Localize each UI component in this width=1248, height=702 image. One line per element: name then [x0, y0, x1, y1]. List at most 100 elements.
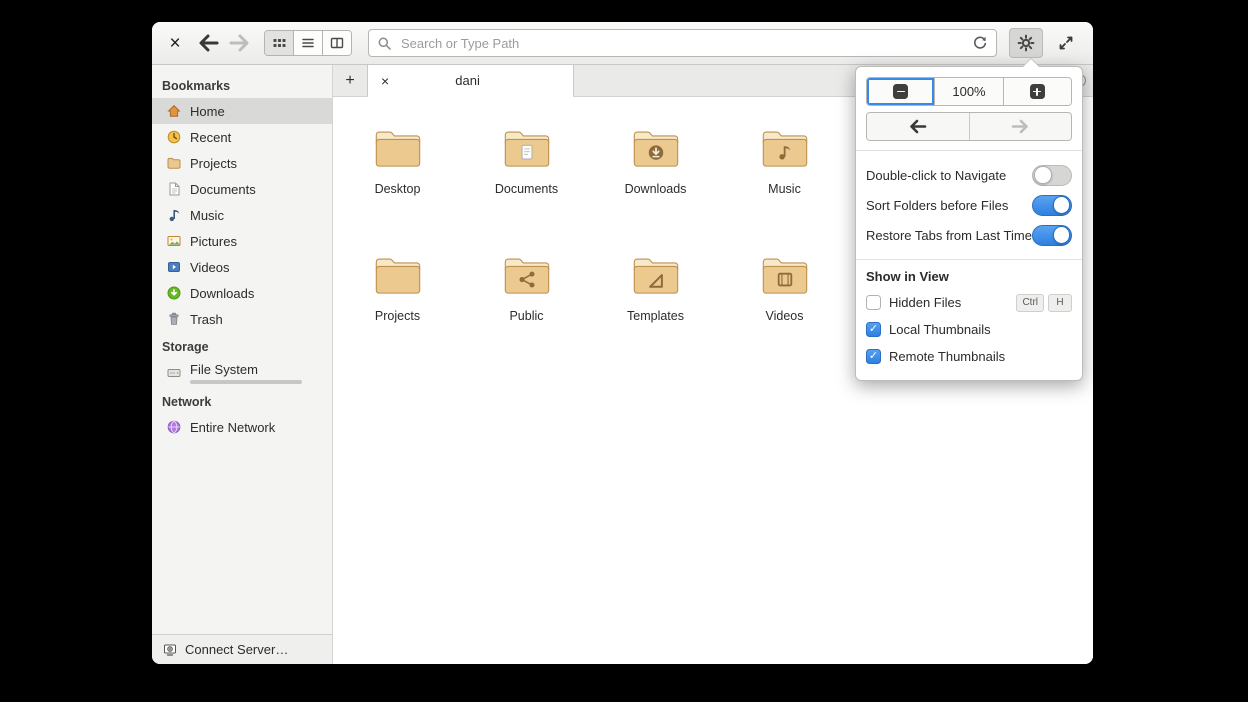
file-label: Desktop: [374, 182, 421, 196]
connect-server-button[interactable]: Connect Server…: [152, 634, 332, 664]
show-in-view-header: Show in View: [866, 269, 949, 284]
hard-drive-icon: [166, 365, 182, 381]
sidebar-item-projects[interactable]: Projects: [152, 150, 332, 176]
expand-icon: [1059, 36, 1073, 50]
forward-arrow-icon[interactable]: [228, 34, 250, 52]
file-item-videos[interactable]: Videos: [720, 252, 849, 323]
new-tab-button[interactable]: +: [333, 65, 367, 96]
folder-templates-icon: [633, 258, 678, 294]
sidebar-item-trash[interactable]: Trash: [152, 306, 332, 332]
grid-view-icon: [273, 39, 286, 47]
sidebar-item-label: Recent: [190, 129, 232, 145]
file-label: Templates: [627, 309, 684, 323]
folder-videos-icon: [762, 258, 807, 294]
file-item-templates[interactable]: Templates: [591, 252, 720, 323]
toggle-knob: [1052, 226, 1070, 244]
sidebar-item-home[interactable]: Home: [152, 98, 332, 124]
sidebar-item-videos[interactable]: Videos: [152, 254, 332, 280]
setting-local-thumbnails: ✓ Local Thumbnails: [866, 316, 1072, 343]
folder-documents-icon: [504, 131, 549, 167]
sidebar-item-label: Videos: [190, 259, 230, 275]
popover-separator: [856, 150, 1082, 151]
sidebar: Bookmarks Home Recent Projects Documents…: [152, 65, 333, 664]
sort-folders-toggle[interactable]: [1032, 194, 1072, 216]
tab-close-icon[interactable]: ×: [381, 74, 389, 88]
sidebar-item-label: Pictures: [190, 233, 237, 249]
trash-icon: [166, 311, 182, 327]
restore-tabs-toggle[interactable]: [1032, 224, 1072, 246]
double-click-toggle[interactable]: [1032, 164, 1072, 186]
list-view-button[interactable]: [294, 31, 323, 55]
setting-sort-folders: Sort Folders before Files: [866, 190, 1072, 220]
sidebar-section-bookmarks: Bookmarks: [162, 79, 231, 93]
toggle-knob: [1052, 196, 1070, 214]
file-item-downloads[interactable]: Downloads: [591, 125, 720, 196]
zoom-in-icon: [1029, 84, 1045, 99]
sidebar-section-network: Network: [162, 395, 212, 409]
file-item-music[interactable]: Music: [720, 125, 849, 196]
fullscreen-button[interactable]: [1051, 29, 1081, 57]
file-item-public[interactable]: Public: [462, 252, 591, 323]
local-thumbnails-checkbox[interactable]: ✓: [866, 322, 881, 337]
back-arrow-icon[interactable]: [198, 34, 220, 52]
sidebar-item-downloads[interactable]: Downloads: [152, 280, 332, 306]
network-globe-icon: [166, 419, 182, 435]
sidebar-item-music[interactable]: Music: [152, 202, 332, 228]
setting-label: Sort Folders before Files: [866, 197, 1009, 213]
file-system-label-wrap: File System: [190, 359, 302, 387]
sidebar-section-storage: Storage: [162, 340, 209, 354]
connect-server-label: Connect Server…: [185, 642, 289, 657]
tab-dani[interactable]: × dani: [367, 65, 574, 97]
column-view-icon: [330, 37, 344, 49]
redo-button[interactable]: [968, 113, 1071, 140]
header-bar: ×: [152, 22, 1093, 65]
grid-view-button[interactable]: [265, 31, 294, 55]
redo-arrow-icon: [1011, 119, 1029, 134]
music-note-icon: [166, 207, 182, 223]
zoom-out-button[interactable]: [867, 78, 935, 105]
zoom-level-value: 100%: [952, 84, 986, 99]
zoom-in-button[interactable]: [1002, 78, 1071, 105]
file-label: Public: [509, 309, 544, 323]
file-item-desktop[interactable]: Desktop: [333, 125, 462, 196]
history-nav: [198, 34, 250, 52]
checkbox-label: Hidden Files: [889, 295, 962, 310]
hidden-files-checkbox[interactable]: [866, 295, 881, 310]
settings-menu-button[interactable]: [1009, 28, 1043, 58]
setting-double-click: Double-click to Navigate: [866, 160, 1072, 190]
file-label: Documents: [494, 182, 559, 196]
sidebar-item-recent[interactable]: Recent: [152, 124, 332, 150]
remote-thumbnails-checkbox[interactable]: ✓: [866, 349, 881, 364]
setting-label: Restore Tabs from Last Time: [866, 227, 1032, 243]
sidebar-item-entire-network[interactable]: Entire Network: [152, 414, 332, 440]
sidebar-item-label: Downloads: [190, 285, 255, 301]
sidebar-item-documents[interactable]: Documents: [152, 176, 332, 202]
sidebar-item-pictures[interactable]: Pictures: [152, 228, 332, 254]
folder-icon: [375, 131, 420, 167]
search-icon: [378, 37, 391, 50]
zoom-control: 100%: [866, 77, 1072, 106]
download-icon: [166, 285, 182, 301]
file-label: Downloads: [624, 182, 687, 196]
file-label: Videos: [765, 309, 804, 323]
file-item-documents[interactable]: Documents: [462, 125, 591, 196]
file-item-projects[interactable]: Projects: [333, 252, 462, 323]
zoom-level-button[interactable]: 100%: [934, 78, 1003, 105]
search-input[interactable]: [399, 34, 965, 52]
folder-icon: [375, 258, 420, 294]
column-view-button[interactable]: [323, 31, 351, 55]
sidebar-item-label: Home: [190, 103, 225, 119]
refresh-icon[interactable]: [972, 35, 988, 51]
setting-hidden-files: Hidden Files Ctrl H: [866, 289, 1072, 316]
undo-arrow-icon: [909, 119, 927, 134]
checkbox-label: Local Thumbnails: [889, 322, 991, 337]
sidebar-item-file-system[interactable]: File System: [152, 359, 332, 387]
undo-button[interactable]: [867, 113, 969, 140]
close-window-button[interactable]: ×: [164, 34, 186, 53]
tab-label: dani: [455, 73, 480, 88]
video-icon: [166, 259, 182, 275]
settings-popover: 100% Double-click to Navigate Sort Folde…: [855, 58, 1083, 381]
view-switcher: [264, 30, 352, 56]
setting-restore-tabs: Restore Tabs from Last Time: [866, 220, 1072, 250]
folder-icon: [166, 155, 182, 171]
